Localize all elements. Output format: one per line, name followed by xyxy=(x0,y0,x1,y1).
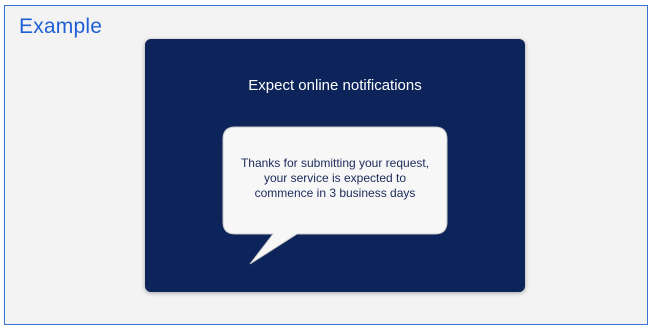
example-frame: Example Expect online notifications Than… xyxy=(4,5,648,325)
bubble-line-2: your service is expected to xyxy=(263,170,407,185)
bubble-message: Thanks for submitting your request, your… xyxy=(223,127,447,229)
bubble-line-3: commence in 3 business days xyxy=(254,185,416,200)
bubble-line-1: Thanks for submitting your request, xyxy=(240,155,430,170)
example-label: Example xyxy=(19,15,103,38)
notification-card: Expect online notifications Thanks for s… xyxy=(145,39,525,292)
